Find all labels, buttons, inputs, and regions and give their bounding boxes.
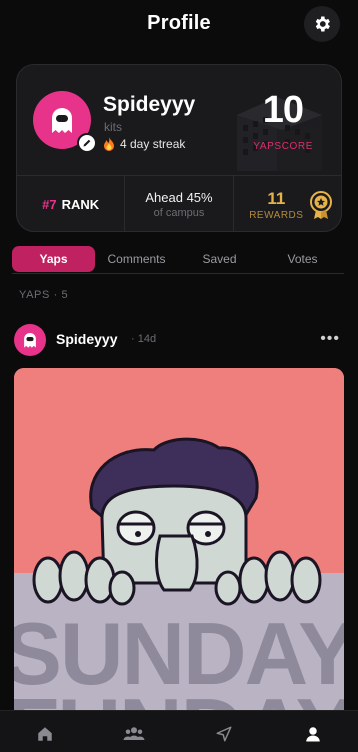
medal-icon xyxy=(309,191,332,219)
post-avatar[interactable] xyxy=(14,324,46,356)
gear-icon xyxy=(315,16,330,32)
rewards-stat[interactable]: 11 REWARDS xyxy=(232,176,341,231)
yaps-count: YAPS · 5 xyxy=(19,289,69,301)
profile-icon xyxy=(306,727,320,742)
profile-username: Spideyyy xyxy=(103,93,196,116)
rank-stat[interactable]: #7 RANK xyxy=(17,176,124,231)
streak-indicator: 4 day streak xyxy=(103,137,185,151)
post-header: Spideyyy · 14d ••• xyxy=(14,322,344,358)
edit-avatar-button[interactable] xyxy=(77,133,97,153)
avatar-container[interactable] xyxy=(33,91,97,153)
ahead-percentage: Ahead 45% xyxy=(145,190,213,205)
pencil-icon xyxy=(83,139,91,147)
tab-comments[interactable]: Comments xyxy=(95,246,178,272)
ahead-stat[interactable]: Ahead 45% of campus xyxy=(124,176,232,231)
streak-text: 4 day streak xyxy=(120,137,186,151)
fire-icon xyxy=(104,137,114,151)
nav-home[interactable] xyxy=(0,711,90,752)
rewards-label: REWARDS xyxy=(249,209,304,221)
home-icon xyxy=(38,727,52,741)
yapscore-label: YAPSCORE xyxy=(253,141,313,152)
more-icon[interactable]: ••• xyxy=(320,330,340,348)
tab-yaps[interactable]: Yaps xyxy=(12,245,95,272)
sunday-funday-illustration: SUNDAY FUNDAY xyxy=(14,368,344,728)
rewards-count: 11 xyxy=(267,188,286,208)
post-image[interactable]: SUNDAY FUNDAY xyxy=(14,368,344,728)
profile-tabs: Yaps Comments Saved Votes xyxy=(12,244,344,274)
ghost-avatar-icon xyxy=(24,332,36,348)
post-username[interactable]: Spideyyy xyxy=(56,331,117,347)
nav-send[interactable] xyxy=(179,711,269,752)
nav-people[interactable] xyxy=(90,711,180,752)
profile-subtitle: kits xyxy=(104,120,122,134)
tab-saved[interactable]: Saved xyxy=(178,246,261,272)
ahead-subtitle: of campus xyxy=(153,207,205,219)
yapscore-value: 10 xyxy=(262,89,304,131)
people-icon xyxy=(123,727,145,740)
rank-number: #7 xyxy=(42,197,57,212)
tab-votes[interactable]: Votes xyxy=(261,246,344,272)
settings-button[interactable] xyxy=(304,6,340,42)
stats-row: #7 RANK Ahead 45% of campus 11 REWARDS xyxy=(17,176,341,231)
send-icon xyxy=(216,726,232,742)
header: Profile xyxy=(0,0,358,50)
profile-summary: Spideyyy kits 4 day streak 10 YAPSCORE xyxy=(17,65,341,175)
bottom-nav xyxy=(0,710,358,752)
ghost-avatar-icon xyxy=(52,108,72,133)
rank-label: RANK xyxy=(61,197,100,212)
nav-profile[interactable] xyxy=(269,711,358,752)
profile-card: Spideyyy kits 4 day streak 10 YAPSCORE #… xyxy=(16,64,342,232)
post-timestamp: · 14d xyxy=(131,333,157,345)
